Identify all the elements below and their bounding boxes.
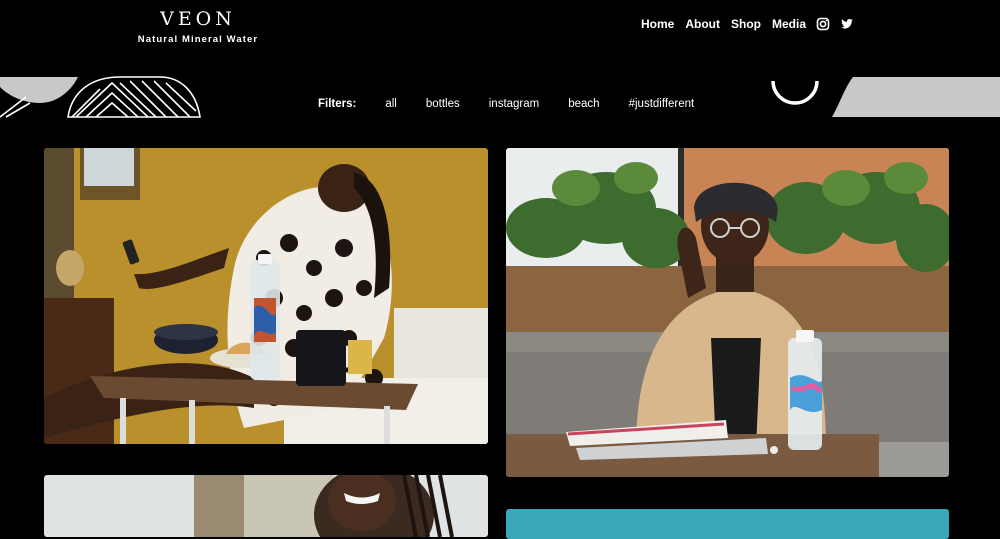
site-header: VEON Natural Mineral Water Home About Sh… [0, 0, 1000, 75]
photo-woman-on-bed-icon [44, 148, 488, 444]
twitter-icon[interactable] [840, 17, 854, 31]
instagram-icon[interactable] [816, 17, 830, 31]
nav-about[interactable]: About [685, 17, 720, 31]
brand-tagline: Natural Mineral Water [137, 34, 259, 45]
filter-instagram[interactable]: instagram [489, 98, 540, 110]
nav-shop[interactable]: Shop [731, 17, 761, 31]
main-nav: Home About Shop Media [630, 17, 854, 31]
brand-logo[interactable]: VEON Natural Mineral Water [128, 8, 268, 45]
filter-beach[interactable]: beach [568, 98, 599, 110]
photo-teal-icon [506, 509, 949, 539]
gallery-photo-3[interactable] [44, 475, 488, 537]
gallery-photo-2[interactable] [506, 148, 949, 477]
gallery-photo-1[interactable] [44, 148, 488, 444]
filter-justdifferent[interactable]: #justdifferent [629, 98, 695, 110]
filter-bar: Filters: all bottles instagram beach #ju… [318, 98, 723, 110]
photo-woman-braids-icon [44, 475, 488, 537]
filters-label: Filters: [318, 98, 357, 110]
filter-band: Filters: all bottles instagram beach #ju… [0, 75, 1000, 120]
brand-name: VEON [160, 8, 236, 30]
nav-home[interactable]: Home [641, 17, 674, 31]
filter-bottles[interactable]: bottles [426, 98, 460, 110]
gallery-photo-4[interactable] [506, 509, 949, 539]
photo-woman-at-desk-icon [506, 148, 949, 477]
nav-media[interactable]: Media [772, 17, 806, 31]
filter-all[interactable]: all [385, 98, 397, 110]
